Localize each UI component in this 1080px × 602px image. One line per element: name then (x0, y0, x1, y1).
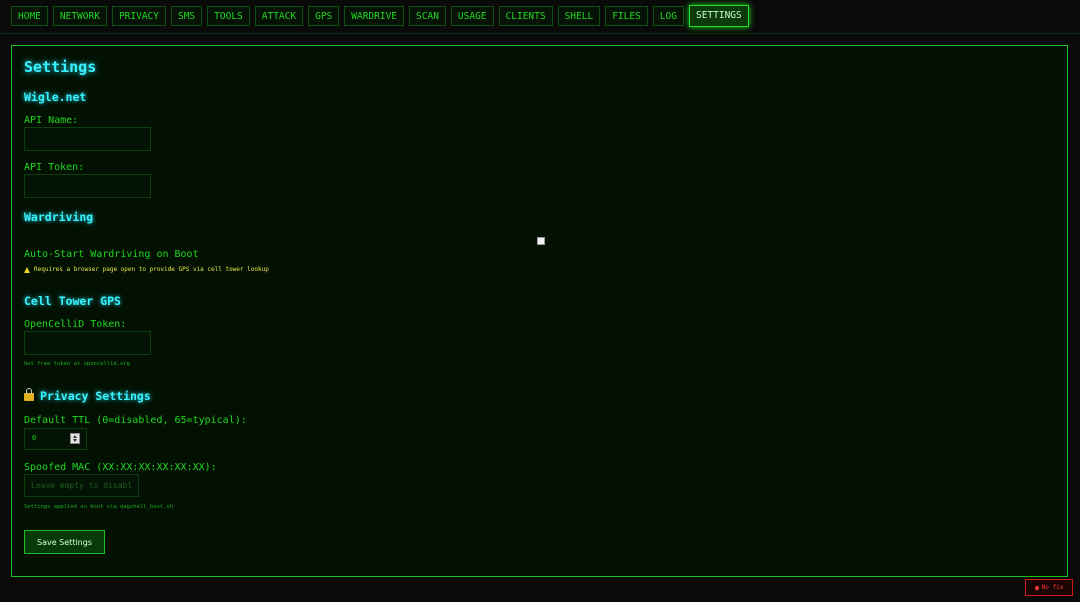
api-token-input[interactable] (24, 174, 151, 198)
top-nav: HOME NETWORK PRIVACY SMS TOOLS ATTACK GP… (11, 5, 749, 27)
tab-sms[interactable]: SMS (170, 6, 203, 26)
tab-privacy[interactable]: PRIVACY (111, 6, 166, 26)
tab-log[interactable]: LOG (652, 6, 684, 26)
mac-label: Spoofed MAC (XX:XX:XX:XX:XX:XX): (24, 462, 217, 473)
ttl-stepper[interactable] (70, 433, 80, 444)
mac-input[interactable] (24, 474, 139, 497)
tab-tools[interactable]: TOOLS (207, 6, 250, 26)
api-name-label: API Name: (24, 115, 79, 126)
privacy-section-title: Privacy Settings (24, 388, 151, 403)
nav-divider (0, 33, 1080, 34)
privacy-hint: Settings applied on boot via dagshell_bo… (24, 504, 174, 510)
wigle-section-title: Wigle.net (24, 90, 87, 104)
privacy-section-title-text: Privacy Settings (40, 389, 151, 403)
tab-settings[interactable]: SETTINGS (688, 5, 749, 27)
tab-scan[interactable]: SCAN (409, 6, 446, 26)
tab-gps[interactable]: GPS (308, 6, 340, 26)
settings-panel: Settings Wigle.net API Name: API Token: … (11, 45, 1068, 577)
page-title: Settings (24, 58, 97, 76)
autostart-checkbox[interactable] (537, 237, 545, 245)
pin-icon (1033, 584, 1040, 591)
tab-attack[interactable]: ATTACK (254, 6, 304, 26)
autostart-label: Auto-Start Wardriving on Boot (24, 249, 199, 260)
opencellid-token-label: OpenCelliD Token: (24, 319, 127, 330)
api-name-input[interactable] (24, 127, 151, 151)
tab-files[interactable]: FILES (605, 6, 648, 26)
wardriving-warning: Requires a browser page open to provide … (24, 266, 269, 273)
warning-icon (24, 266, 30, 273)
tab-home[interactable]: HOME (11, 6, 48, 26)
gps-fix-text: No fix (1041, 584, 1064, 591)
tab-shell[interactable]: SHELL (557, 6, 601, 26)
tab-clients[interactable]: CLIENTS (498, 6, 553, 26)
api-token-label: API Token: (24, 162, 85, 173)
cell-tower-section-title: Cell Tower GPS (24, 294, 121, 308)
wardriving-section-title: Wardriving (24, 210, 94, 224)
tab-wardrive[interactable]: WARDRIVE (344, 6, 405, 26)
wardriving-warning-text: Requires a browser page open to provide … (34, 266, 269, 273)
lock-icon (24, 388, 34, 401)
save-settings-button[interactable]: Save Settings (24, 530, 105, 554)
ttl-input[interactable]: 0 (24, 428, 87, 450)
opencellid-hint: Get free token at opencellid.org (24, 361, 130, 367)
ttl-label: Default TTL (0=disabled, 65=typical): (24, 415, 247, 426)
tab-network[interactable]: NETWORK (52, 6, 107, 26)
opencellid-token-input[interactable] (24, 331, 151, 355)
gps-fix-badge: No fix (1025, 579, 1073, 596)
ttl-value: 0 (32, 434, 37, 442)
tab-usage[interactable]: USAGE (450, 6, 494, 26)
